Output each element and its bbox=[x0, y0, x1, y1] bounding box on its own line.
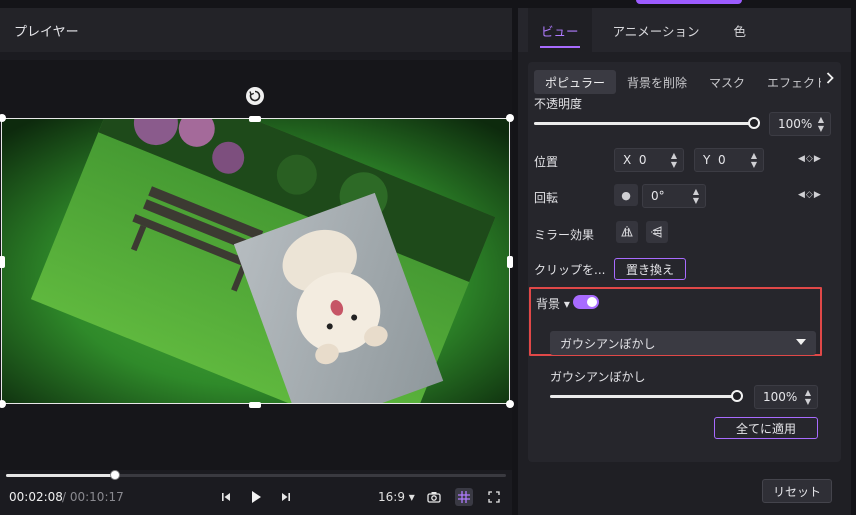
rotation-keyframe-icon[interactable]: ◀◇▶ bbox=[798, 190, 822, 200]
subtabs-next-icon[interactable] bbox=[821, 72, 839, 92]
position-x-label: X bbox=[623, 153, 632, 167]
play-icon[interactable] bbox=[247, 488, 265, 506]
tab-animation[interactable]: アニメーション bbox=[600, 8, 713, 52]
blur-value: 100% bbox=[763, 390, 798, 404]
opacity-value: 100% bbox=[778, 117, 813, 131]
mirror-vertical-icon[interactable] bbox=[646, 221, 668, 243]
apply-to-all-button[interactable]: 全てに適用 bbox=[714, 417, 818, 439]
blur-input[interactable]: 100% ▲ ▼ bbox=[754, 385, 818, 409]
blur-spinner-icon[interactable]: ▲ ▼ bbox=[803, 388, 813, 406]
aspect-ratio-select[interactable]: 16:9 ▾ bbox=[378, 490, 415, 504]
subtab-popular[interactable]: ポピュラー bbox=[534, 70, 617, 94]
timeline-scrubber[interactable] bbox=[110, 470, 120, 480]
app-window: プレイヤー 00:02:08 / 00:10:17 16:9 ▾ ビュー アニメ… bbox=[0, 0, 856, 515]
resize-handle-top[interactable] bbox=[249, 116, 261, 122]
clip-label: クリップを... bbox=[534, 263, 606, 277]
resize-handle-bottom-left[interactable] bbox=[0, 400, 6, 408]
crop-grid-icon[interactable] bbox=[455, 488, 473, 506]
blur-label: ガウシアンぼかし bbox=[550, 370, 646, 384]
replace-button[interactable]: 置き換え bbox=[614, 258, 686, 280]
position-label: 位置 bbox=[534, 155, 559, 169]
player-title: プレイヤー bbox=[14, 24, 79, 40]
background-type-dropdown[interactable]: ガウシアンぼかし bbox=[550, 331, 816, 355]
background-label[interactable]: 背景 ▾ bbox=[536, 295, 570, 312]
opacity-slider-knob[interactable] bbox=[748, 117, 760, 129]
view-settings-card: ポピュラー 背景を削除 マスク エフェクト 不透明度 100% ▲▼ 位置 X bbox=[528, 62, 841, 462]
playback-timeline[interactable] bbox=[6, 470, 506, 480]
apply-to-all-label: 全てに適用 bbox=[735, 421, 796, 436]
position-x-spinner-icon[interactable]: ▲ ▼ bbox=[669, 151, 679, 169]
chevron-down-icon bbox=[796, 339, 806, 345]
resize-handle-top-right[interactable] bbox=[506, 114, 514, 122]
opacity-slider[interactable] bbox=[534, 117, 760, 129]
resize-handle-right[interactable] bbox=[507, 256, 513, 268]
subtab-remove-background[interactable]: 背景を削除 bbox=[616, 70, 698, 94]
position-x-value: 0 bbox=[638, 153, 647, 167]
camera-icon[interactable] bbox=[425, 488, 443, 506]
mirror-horizontal-icon[interactable] bbox=[616, 221, 638, 243]
timeline-progress bbox=[6, 474, 115, 477]
previous-frame-icon[interactable] bbox=[217, 488, 235, 506]
subtab-mask[interactable]: マスク bbox=[698, 70, 756, 94]
tab-view-label: ビュー bbox=[541, 23, 579, 39]
resize-handle-bottom[interactable] bbox=[249, 402, 261, 408]
resize-handle-left[interactable] bbox=[0, 256, 5, 268]
reset-button[interactable]: リセット bbox=[762, 479, 832, 503]
opacity-slider-fill bbox=[534, 122, 754, 125]
rotation-spinner-icon[interactable]: ▲ ▼ bbox=[691, 187, 701, 205]
tab-view[interactable]: ビュー bbox=[528, 8, 592, 52]
current-time: 00:02:08 bbox=[9, 490, 63, 504]
rotate-handle-icon[interactable] bbox=[246, 87, 264, 105]
opacity-label: 不透明度 bbox=[534, 97, 583, 111]
subtabs: ポピュラー 背景を削除 マスク エフェクト bbox=[534, 70, 838, 94]
opacity-input[interactable]: 100% ▲ ▼ bbox=[769, 112, 831, 136]
total-time: / 00:10:17 bbox=[62, 490, 124, 504]
position-keyframe-icon[interactable]: ◀◇▶ bbox=[798, 154, 822, 164]
position-y-value: 0 bbox=[717, 153, 726, 167]
tab-color[interactable]: 色 bbox=[721, 8, 760, 52]
next-frame-icon[interactable] bbox=[277, 488, 295, 506]
reset-button-label: リセット bbox=[772, 484, 821, 499]
background-label-text: 背景 bbox=[536, 297, 561, 311]
rotation-label: 回転 bbox=[534, 191, 559, 205]
resize-handle-bottom-right[interactable] bbox=[506, 400, 514, 408]
rotation-value: 0° bbox=[651, 189, 665, 203]
position-y-input[interactable]: Y 0 ▲ ▼ bbox=[694, 148, 764, 172]
blur-slider-fill bbox=[550, 395, 738, 398]
position-y-label: Y bbox=[703, 153, 711, 167]
rotation-dial-icon[interactable]: ● bbox=[614, 184, 638, 206]
top-accent-bar bbox=[636, 0, 742, 4]
tab-color-label: 色 bbox=[733, 23, 747, 39]
rotation-input[interactable]: 0° ▲ ▼ bbox=[642, 184, 706, 208]
opacity-spinner-icon[interactable]: ▲ ▼ bbox=[816, 115, 826, 133]
position-y-spinner-icon[interactable]: ▲ ▼ bbox=[749, 151, 759, 169]
player-panel: プレイヤー 00:02:08 / 00:10:17 16:9 ▾ bbox=[0, 8, 514, 515]
replace-button-label: 置き換え bbox=[625, 262, 674, 277]
blur-slider[interactable] bbox=[550, 390, 743, 402]
tab-animation-label: アニメーション bbox=[612, 23, 700, 39]
video-frame[interactable] bbox=[1, 118, 510, 404]
background-toggle[interactable] bbox=[573, 295, 599, 309]
mirror-label: ミラー効果 bbox=[534, 228, 595, 242]
position-x-input[interactable]: X 0 ▲ ▼ bbox=[614, 148, 684, 172]
inspector-panel: ビュー アニメーション 色 ポピュラー 背景を削除 マスク エフェクト 不透明度… bbox=[518, 8, 851, 515]
inspector-tabs: ビュー アニメーション 色 bbox=[518, 8, 851, 52]
background-type-value: ガウシアンぼかし bbox=[560, 336, 656, 351]
blur-slider-knob[interactable] bbox=[731, 390, 743, 402]
player-header: プレイヤー bbox=[0, 8, 512, 52]
aspect-ratio-value: 16:9 bbox=[378, 490, 405, 504]
video-preview-image bbox=[2, 119, 509, 403]
preview-stage[interactable] bbox=[0, 60, 514, 470]
player-controls: 00:02:08 / 00:10:17 16:9 ▾ bbox=[0, 487, 512, 509]
fullscreen-icon[interactable] bbox=[485, 488, 503, 506]
